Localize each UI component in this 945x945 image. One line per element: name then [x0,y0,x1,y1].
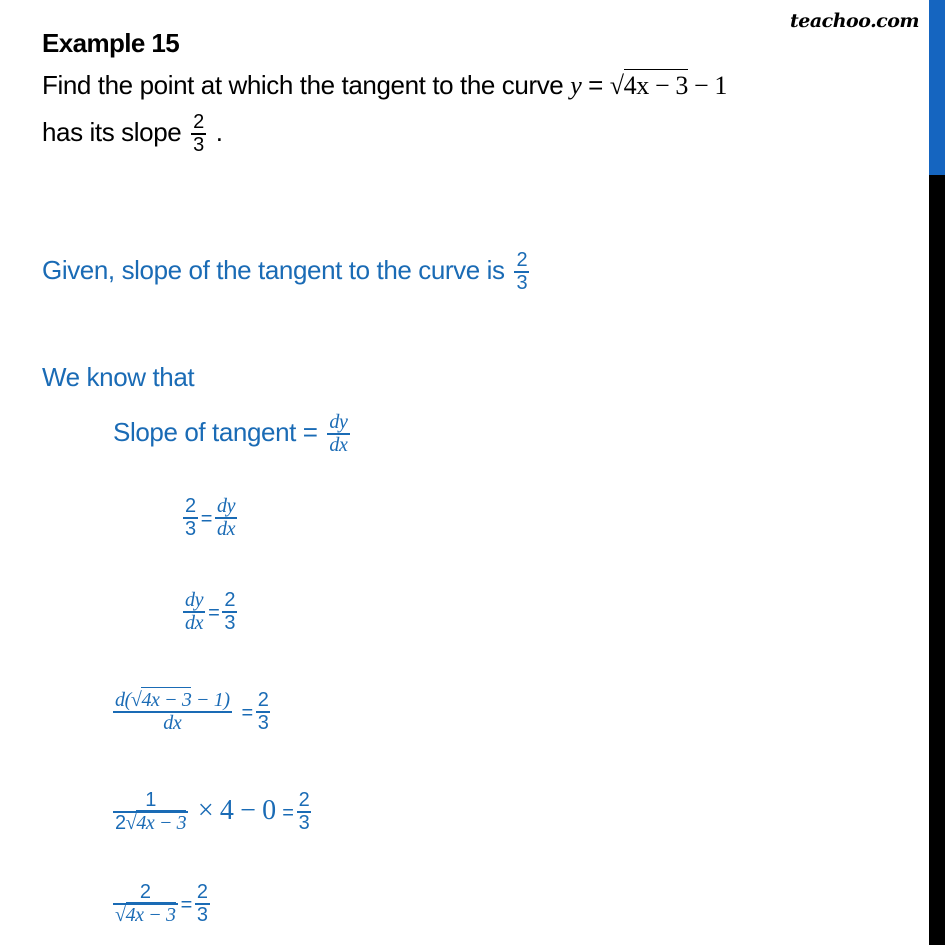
radicand: 4x − 3 [623,69,688,100]
fraction-numerator: 1 [145,789,157,811]
step-6: 2 √4x − 3 = 2 3 [110,882,213,926]
rhs-fraction: 23 [222,589,238,634]
sqrt-symbol: √ [115,904,126,926]
fraction-denominator: 3 [224,612,236,634]
slope-fraction: 23 [191,112,206,156]
fraction-denominator: dx [329,434,348,456]
equals-sign: = [208,601,220,624]
example-title: Example 15 [42,28,180,58]
fraction-numerator: dy [217,495,236,517]
math-y: y [570,71,582,100]
sqrt-symbol: √ [609,71,624,100]
question-text: Find the point at which the tangent to t… [42,70,571,100]
given-text: Given, slope of the tangent to the curve… [42,254,512,285]
equals-sign: = [581,70,610,100]
question-line-1: Find the point at which the tangent to t… [42,69,727,101]
question-text-2: has its slope [42,116,189,147]
num-prefix: d( [115,689,131,711]
fraction-denominator: 3 [257,712,269,734]
step-lhs: Slope of tangent = [113,416,325,447]
step-3: dy dx = 2 3 [180,590,240,634]
lhs-fraction: 2 √4x − 3 [113,882,178,926]
fraction-numerator: 2 [196,881,208,903]
num-suffix: − 1) [191,689,230,711]
lhs-fraction: 23 [183,496,198,540]
lhs-fraction: dy dx [183,589,206,634]
times-four-minus-zero: × 4 − 0 [191,794,283,826]
fraction-denominator: 3 [196,904,208,926]
rhs-fraction: dy dx [215,495,238,540]
fraction-denominator: 3 [193,134,204,156]
fraction-denominator: 3 [298,812,310,834]
side-scroll-bar [929,0,945,945]
rhs-fraction: 23 [255,689,271,734]
given-fraction: 23 [514,249,530,294]
fraction-denominator: 2√4x − 3 [113,810,188,834]
minus-one: − 1 [687,71,727,100]
radicand: 4x − 3 [136,810,187,834]
equals-sign: = [241,701,253,724]
sqrt-symbol: √ [125,812,137,834]
fraction-numerator: 2 [139,881,151,903]
equals-sign: = [180,893,193,916]
lhs-fraction: 1 2√4x − 3 [113,789,189,834]
step-4: d(√4x − 3 − 1) dx = 2 3 [110,687,273,734]
teachoo-logo: teachoo.com [790,10,920,32]
rhs-fraction: 23 [296,789,312,834]
fraction-numerator: dy [185,589,204,611]
period: . [208,116,223,147]
fraction-numerator: dy [329,411,348,433]
fraction-numerator: 2 [516,249,528,271]
fraction-numerator: 2 [193,111,204,133]
equals-sign: = [200,507,213,530]
fraction-numerator: d(√4x − 3 − 1) [113,687,232,711]
side-bar-accent [929,0,945,175]
radicand: 4x − 3 [125,902,176,926]
fraction-denominator: 3 [516,272,528,294]
fraction-denominator: dx [185,612,204,634]
step-2: 2 3 = dy dx [180,496,240,540]
dy-dx-fraction: dy dx [327,411,350,456]
we-know-that: We know that [42,362,195,392]
fraction-denominator: dx [163,712,182,734]
rhs-fraction: 23 [194,881,210,926]
sqrt-symbol: √ [130,689,142,711]
fraction-numerator: 2 [298,789,310,811]
equals-sign: = [282,801,294,824]
fraction-denominator: 3 [185,518,196,540]
step-5: 1 2√4x − 3 × 4 − 0 = 2 3 [110,790,314,834]
step-slope-of-tangent: Slope of tangent = dy dx [113,412,353,456]
den-prefix: 2 [115,812,126,834]
given-line: Given, slope of the tangent to the curve… [42,250,532,294]
fraction-numerator: 2 [185,495,196,517]
fraction-denominator: dx [217,518,236,540]
fraction-numerator: 2 [257,689,269,711]
lhs-fraction: d(√4x − 3 − 1) dx [113,687,232,734]
radicand: 4x − 3 [141,687,192,711]
fraction-denominator: √4x − 3 [113,902,178,926]
question-line-2: has its slope 23 . [42,112,223,156]
fraction-numerator: 2 [224,589,236,611]
